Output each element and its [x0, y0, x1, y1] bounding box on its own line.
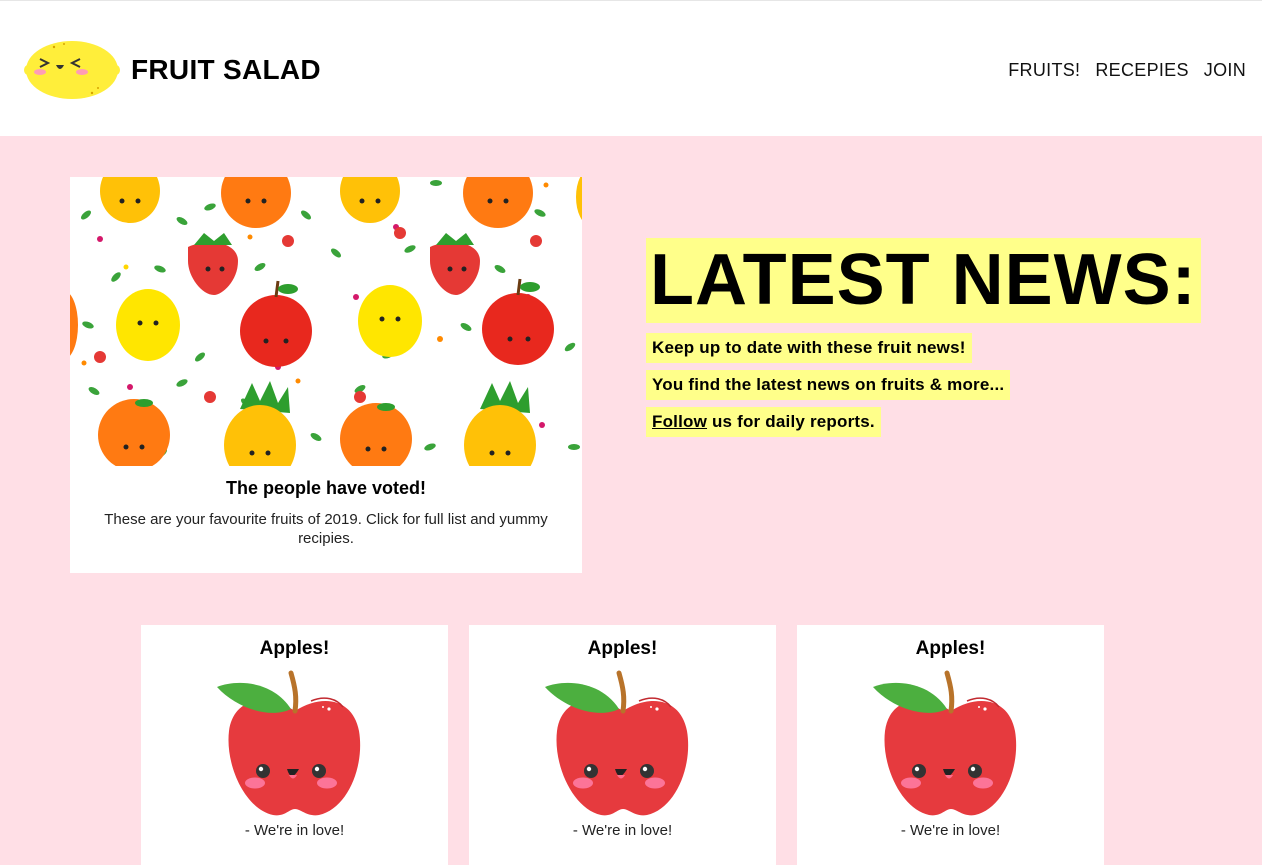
apple-face-icon	[543, 669, 703, 819]
fruit-pattern-illustration[interactable]	[70, 177, 582, 466]
apple-face-icon	[871, 669, 1031, 819]
fruit-card-title: Apples!	[915, 638, 986, 659]
nav-join-link[interactable]: JOIN	[1204, 59, 1246, 81]
main-nav: FRUITS! RECEPIES JOIN	[1008, 59, 1246, 81]
featured-card-text: These are your favourite fruits of 2019.…	[104, 511, 548, 547]
fruit-card-caption: - We're in love!	[244, 822, 345, 839]
fruit-card-title: Apples!	[587, 638, 658, 659]
featured-card[interactable]: The people have voted! These are your fa…	[70, 177, 582, 573]
news-line-1: Keep up to date with these fruit news!	[646, 333, 972, 363]
fruit-card[interactable]: Apples! - We're in love!	[141, 625, 448, 865]
news-line-3-text: us for daily reports.	[707, 412, 875, 431]
fruit-card[interactable]: Apples! - We're in love!	[797, 625, 1104, 865]
news-line-3: Follow us for daily reports.	[646, 407, 881, 437]
fruit-card-caption: - We're in love!	[572, 822, 673, 839]
latest-news-title: LATEST NEWS:	[646, 238, 1201, 323]
site-title[interactable]: FRUIT SALAD	[131, 53, 321, 87]
fruit-card[interactable]: Apples! - We're in love!	[469, 625, 776, 865]
site-header: FRUIT SALAD FRUITS! RECEPIES JOIN	[0, 0, 1262, 136]
nav-recepies-link[interactable]: RECEPIES	[1095, 59, 1188, 81]
lemon-face-icon[interactable]	[24, 39, 120, 101]
fruit-card-title: Apples!	[259, 638, 330, 659]
news-line-2: You find the latest news on fruits & mor…	[646, 370, 1011, 400]
nav-fruits-link[interactable]: FRUITS!	[1008, 59, 1080, 81]
fruit-card-caption: - We're in love!	[900, 822, 1001, 839]
apple-face-icon	[215, 669, 375, 819]
featured-card-heading: The people have voted!	[225, 478, 427, 498]
follow-link[interactable]: Follow	[652, 412, 707, 431]
